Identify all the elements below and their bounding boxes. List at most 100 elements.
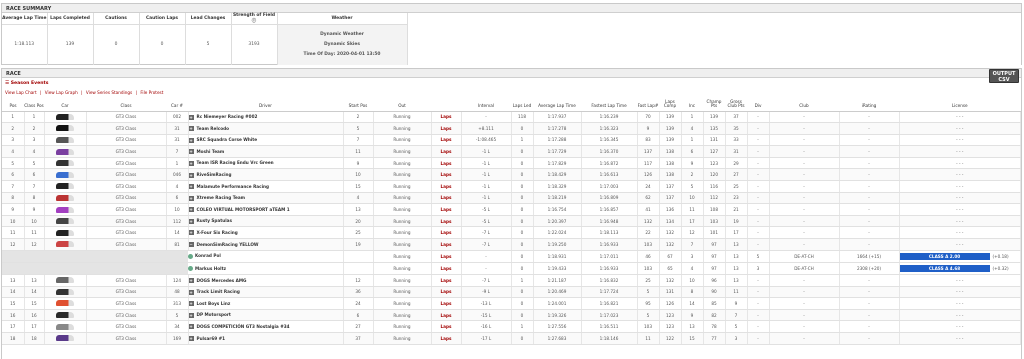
results-column-header[interactable]: Average Lap Time: [533, 97, 581, 112]
team-name[interactable]: + RiveSimRacing: [188, 168, 344, 182]
team-name[interactable]: − DemonSimRacing YELLOW: [188, 238, 344, 251]
team-name-label[interactable]: Lost Boys Linz: [197, 301, 231, 306]
expand-icon[interactable]: +: [188, 301, 194, 307]
team-name-label[interactable]: DemonSimRacing YELLOW: [197, 242, 259, 247]
results-column-header[interactable]: Laps Comp: [659, 97, 681, 112]
laps-link[interactable]: Laps: [431, 297, 462, 310]
expand-icon[interactable]: +: [188, 114, 194, 120]
laps-link[interactable]: Laps: [431, 238, 462, 251]
results-column-header[interactable]: [431, 97, 461, 112]
team-name-label[interactable]: Rc Niemeyer Racing #002: [197, 114, 258, 119]
laps-link[interactable]: Laps: [431, 309, 462, 322]
collapse-icon[interactable]: −: [188, 242, 194, 248]
laps-link[interactable]: Laps: [431, 168, 462, 182]
results-column-header[interactable]: Fastest Lap Time: [581, 97, 637, 112]
team-name-label[interactable]: X-Four Six Racing: [197, 230, 238, 235]
results-column-header[interactable]: Div: [747, 97, 769, 112]
laps-link[interactable]: Laps: [431, 145, 462, 158]
expand-icon[interactable]: +: [188, 312, 194, 318]
laps-link[interactable]: Laps: [431, 122, 462, 135]
results-column-header[interactable]: Inc: [681, 97, 703, 112]
team-name[interactable]: + X-Four Six Racing: [188, 226, 344, 240]
team-name-label[interactable]: Team Relcodo: [197, 126, 230, 131]
laps-link[interactable]: Laps: [431, 192, 462, 205]
results-column-header[interactable]: Class Pos: [24, 97, 44, 112]
driver-name[interactable]: Markus Holtz: [188, 262, 344, 276]
results-column-header[interactable]: Class: [86, 97, 166, 112]
team-name[interactable]: + Rusty Spatulas: [188, 215, 344, 228]
results-column-header[interactable]: Interval: [461, 97, 511, 112]
expand-icon[interactable]: +: [188, 126, 194, 132]
team-name[interactable]: + DOGS Mercedes AMG: [188, 274, 344, 287]
expand-icon[interactable]: +: [188, 324, 194, 330]
team-name[interactable]: + Malamute Performance Racing: [188, 180, 344, 193]
expand-icon[interactable]: +: [188, 278, 194, 284]
team-name-label[interactable]: Track Limit Racing: [197, 289, 240, 294]
results-column-header[interactable]: Car: [44, 97, 86, 112]
laps-link[interactable]: Laps: [431, 332, 462, 345]
team-name-label[interactable]: SRC Squadra Corse White: [197, 137, 258, 142]
team-name[interactable]: + Track Limit Racing: [188, 286, 344, 299]
laps-link[interactable]: Laps: [431, 226, 462, 240]
expand-icon[interactable]: +: [188, 289, 194, 295]
laps-link[interactable]: Laps: [431, 286, 462, 299]
team-name-label[interactable]: COLEO VIRTUAL MOTORSPORT aTEAM 1: [197, 207, 290, 212]
team-name-label[interactable]: DOGS COMPETICIÓN GT3 Nostalgia #34: [197, 324, 290, 329]
results-column-header[interactable]: Out: [373, 97, 431, 112]
laps-link[interactable]: Laps: [431, 262, 462, 276]
team-name[interactable]: + COLEO VIRTUAL MOTORSPORT aTEAM 1: [188, 203, 344, 216]
laps-link[interactable]: Laps: [431, 320, 462, 333]
results-column-header[interactable]: Club: [769, 97, 839, 112]
team-name[interactable]: + DP Motorsport: [188, 309, 344, 322]
team-name-label[interactable]: Xtreme Racing Team: [197, 195, 246, 200]
team-name[interactable]: + Moshi Team: [188, 145, 344, 158]
team-name[interactable]: + Team Relcodo: [188, 122, 344, 135]
view-lap-graph-link[interactable]: View Lap Graph: [45, 90, 78, 95]
team-name-label[interactable]: DP Motorsport: [197, 312, 231, 317]
team-name-label[interactable]: Moshi Team: [197, 149, 225, 154]
laps-link[interactable]: Laps: [431, 180, 462, 193]
results-column-header[interactable]: Champ Pts: [703, 97, 725, 112]
output-csv-button[interactable]: OUTPUT CSV: [989, 69, 1019, 83]
expand-icon[interactable]: +: [188, 137, 194, 143]
driver-name[interactable]: Konrad Pol: [188, 250, 344, 263]
laps-link[interactable]: Laps: [431, 250, 462, 263]
expand-icon[interactable]: +: [188, 207, 194, 213]
expand-icon[interactable]: +: [188, 230, 194, 236]
laps-link[interactable]: Laps: [431, 274, 462, 287]
laps-link[interactable]: Laps: [431, 134, 462, 147]
team-name-label[interactable]: RiveSimRacing: [197, 172, 232, 177]
results-column-header[interactable]: License: [899, 97, 1021, 112]
team-name-label[interactable]: Pulsar69 #1: [197, 336, 226, 341]
results-column-header[interactable]: Start Pos: [343, 97, 373, 112]
results-column-header[interactable]: Pos: [2, 97, 24, 112]
team-name-label[interactable]: Team ISR Racing Endu Vrc Green: [197, 160, 274, 165]
team-name-label[interactable]: Malamute Performance Racing: [197, 184, 270, 189]
expand-icon[interactable]: +: [188, 172, 194, 178]
laps-link[interactable]: Laps: [431, 111, 462, 124]
view-lap-chart-link[interactable]: View Lap Chart: [5, 90, 37, 95]
laps-link[interactable]: Laps: [431, 157, 462, 170]
expand-icon[interactable]: +: [188, 184, 194, 190]
team-name[interactable]: + SRC Squadra Corse White: [188, 134, 344, 147]
results-column-header[interactable]: iRating: [839, 97, 899, 112]
expand-icon[interactable]: +: [188, 160, 194, 166]
results-column-header[interactable]: Fast Lap#: [637, 97, 659, 112]
laps-link[interactable]: Laps: [431, 215, 462, 228]
file-protest-link[interactable]: File Protest: [140, 90, 163, 95]
driver-name-label[interactable]: Markus Holtz: [195, 266, 226, 271]
results-column-header[interactable]: Laps Led: [511, 97, 533, 112]
driver-name-label[interactable]: Konrad Pol: [195, 253, 221, 258]
expand-icon[interactable]: +: [188, 218, 194, 224]
team-name[interactable]: + Rc Niemeyer Racing #002: [188, 111, 344, 124]
season-events-link[interactable]: ☰ Season Events: [5, 81, 48, 86]
results-column-header[interactable]: Car #: [166, 97, 188, 112]
team-name[interactable]: + Team ISR Racing Endu Vrc Green: [188, 157, 344, 170]
expand-icon[interactable]: +: [188, 149, 194, 155]
team-name-label[interactable]: DOGS Mercedes AMG: [197, 278, 247, 283]
team-name[interactable]: + Pulsar69 #1: [188, 332, 344, 345]
expand-icon[interactable]: +: [188, 336, 194, 342]
team-name[interactable]: + Lost Boys Linz: [188, 297, 344, 310]
results-column-header[interactable]: Driver: [188, 97, 343, 112]
view-series-standings-link[interactable]: View Series Standings: [86, 90, 132, 95]
